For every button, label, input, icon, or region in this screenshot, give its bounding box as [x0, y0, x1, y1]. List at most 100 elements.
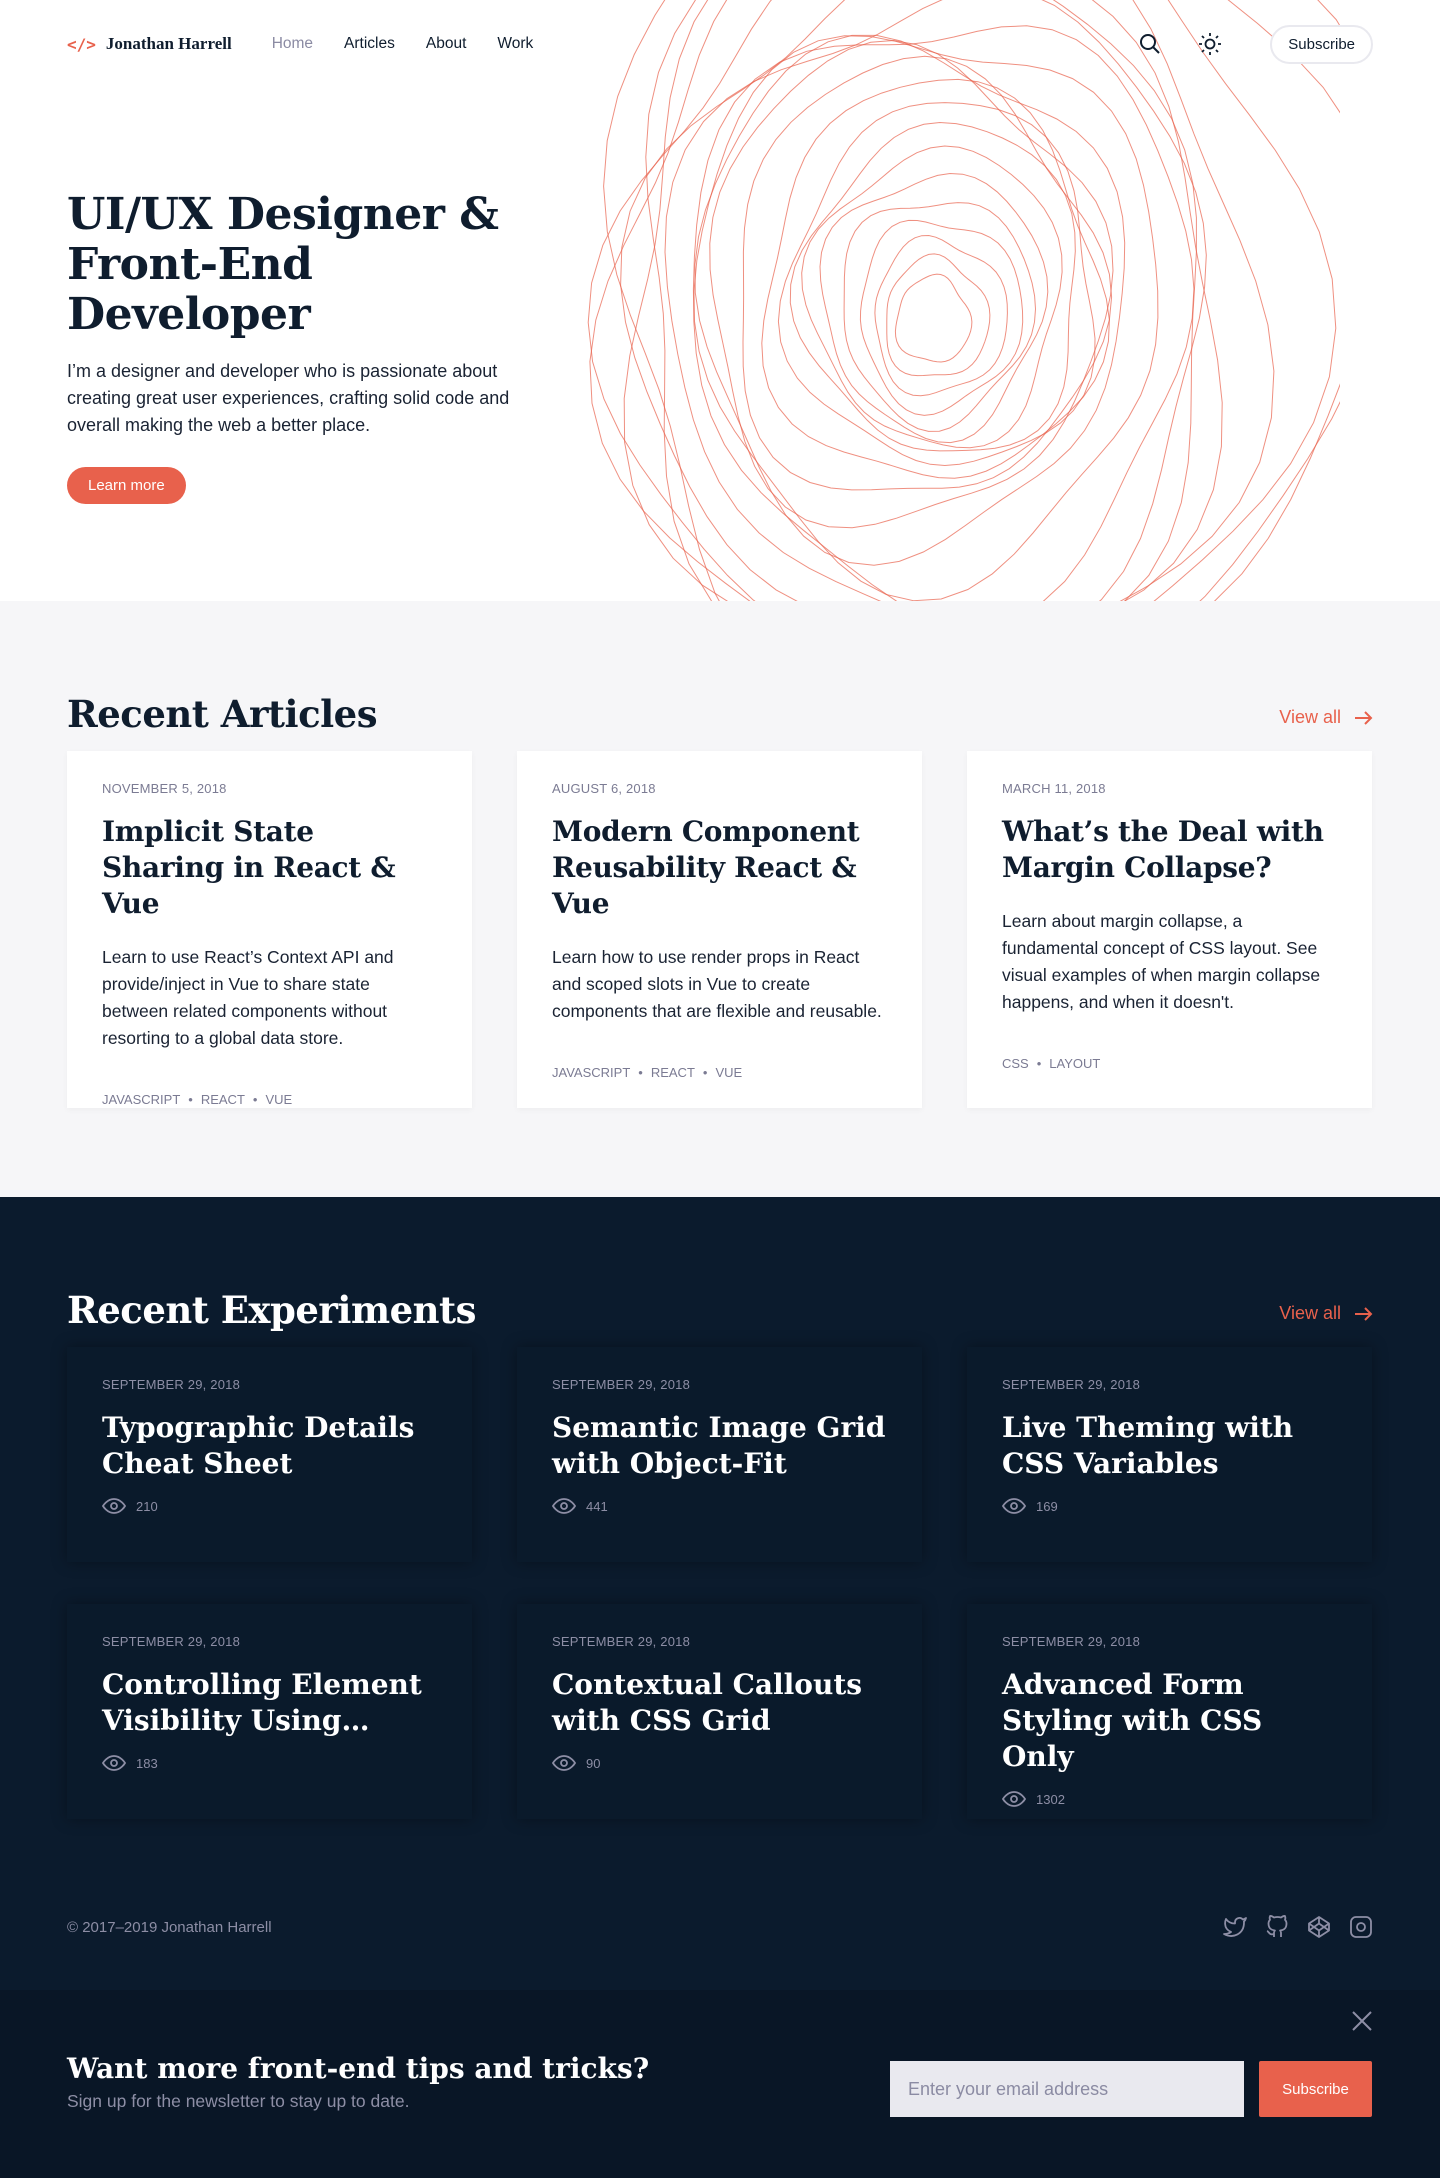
tag[interactable]: REACT: [201, 1092, 245, 1107]
view-count: 210: [102, 1498, 437, 1514]
view-all-label: View all: [1279, 707, 1341, 727]
experiment-title[interactable]: Live Theming with CSS Variables: [1002, 1410, 1337, 1482]
tag[interactable]: LAYOUT: [1049, 1056, 1100, 1071]
experiment-date: September 29, 2018: [1002, 1634, 1140, 1649]
subscribe-button[interactable]: Subscribe: [1270, 24, 1373, 64]
tag-separator: •: [702, 1065, 708, 1080]
newsletter-heading: Want more front-end tips and tricks?: [67, 2052, 650, 2085]
tag-separator: •: [638, 1065, 643, 1080]
nav-articles[interactable]: Articles: [344, 35, 395, 53]
view-count: 183: [102, 1755, 437, 1771]
swirl-ring: [692, 25, 1195, 601]
theme-toggle-sun-icon[interactable]: [1180, 32, 1240, 56]
newsletter-banner: Want more front-end tips and tricks? Sig…: [0, 1990, 1440, 2178]
experiment-card[interactable]: September 29, 2018 Controlling Element V…: [67, 1604, 472, 1819]
article-title[interactable]: What’s the Deal with Margin Collapse?: [1002, 814, 1337, 886]
learn-more-button[interactable]: Learn more: [67, 467, 186, 504]
article-tags: JAVASCRIPT • REACT • VUE: [552, 1065, 887, 1080]
tag[interactable]: JAVASCRIPT: [102, 1092, 180, 1107]
swirl-ring: [664, 0, 1207, 601]
view-all-label: View all: [1279, 1303, 1341, 1323]
experiment-card[interactable]: September 29, 2018 Semantic Image Grid w…: [517, 1347, 922, 1562]
swirl-ring: [694, 34, 1126, 566]
twitter-icon[interactable]: [1223, 1915, 1247, 1939]
view-count: 169: [1002, 1498, 1337, 1514]
eye-icon: [552, 1755, 576, 1771]
eye-icon: [552, 1498, 576, 1514]
view-count-value: 441: [586, 1498, 608, 1514]
swirl-ring: [894, 273, 973, 363]
nav-work[interactable]: Work: [497, 35, 533, 53]
swirl-ring: [589, 0, 1275, 601]
view-count-value: 169: [1036, 1498, 1058, 1514]
experiment-card[interactable]: September 29, 2018 Live Theming with CSS…: [967, 1347, 1372, 1562]
swirl-illustration: [587, 0, 1340, 601]
experiment-title[interactable]: Advanced Form Styling with CSS Only: [1002, 1667, 1337, 1775]
article-date: March 11, 2018: [1002, 781, 1106, 796]
recent-experiments-section: Recent Experiments View all September 29…: [0, 1197, 1440, 1990]
experiment-title[interactable]: Contextual Callouts with CSS Grid: [552, 1667, 887, 1739]
hero-title-line2: Front-End Developer: [67, 239, 313, 340]
tag-separator: •: [188, 1092, 193, 1107]
codepen-icon[interactable]: [1307, 1915, 1331, 1939]
eye-icon: [1002, 1791, 1026, 1807]
hero-section: </> Jonathan Harrell Home Articles About…: [0, 0, 1440, 601]
github-icon[interactable]: [1265, 1915, 1289, 1939]
instagram-icon[interactable]: [1349, 1915, 1373, 1939]
nav-about[interactable]: About: [426, 35, 467, 53]
section-title: Recent Experiments: [67, 1288, 476, 1332]
tag[interactable]: CSS: [1002, 1056, 1029, 1071]
arrow-right-icon: [1355, 1306, 1373, 1321]
experiment-date: September 29, 2018: [102, 1634, 240, 1649]
article-description: Learn about margin collapse, a fundament…: [1002, 911, 1321, 1012]
tag[interactable]: VUE: [715, 1065, 742, 1080]
copyright: © 2017–2019 Jonathan Harrell: [67, 1918, 272, 1936]
view-count-value: 210: [136, 1498, 158, 1514]
tag[interactable]: VUE: [265, 1092, 292, 1107]
experiment-date: September 29, 2018: [552, 1634, 690, 1649]
eye-icon: [1002, 1498, 1026, 1514]
tag-separator: •: [1036, 1056, 1042, 1071]
close-icon[interactable]: [1352, 2011, 1372, 2031]
article-card[interactable]: March 11, 2018 What’s the Deal with Marg…: [967, 751, 1372, 1108]
tag[interactable]: REACT: [651, 1065, 695, 1080]
experiment-card[interactable]: September 29, 2018 Contextual Callouts w…: [517, 1604, 922, 1819]
experiment-card[interactable]: September 29, 2018 Typographic Details C…: [67, 1347, 472, 1562]
view-all-experiments-link[interactable]: View all: [1279, 1303, 1373, 1332]
swirl-ring: [859, 219, 1024, 416]
section-title: Recent Articles: [67, 692, 378, 736]
hero-title: UI/UX Designer & Front-End Developer: [67, 190, 527, 340]
swirl-ring: [874, 234, 1008, 397]
experiment-date: September 29, 2018: [102, 1377, 240, 1392]
brand-logo[interactable]: </> Jonathan Harrell: [67, 34, 232, 54]
main-nav: Home Articles About Work: [272, 35, 534, 53]
hero-description: I’m a designer and developer who is pass…: [67, 361, 510, 435]
nav-home[interactable]: Home: [272, 35, 313, 53]
article-card[interactable]: November 5, 2018 Implicit State Sharing …: [67, 751, 472, 1108]
experiment-date: September 29, 2018: [552, 1377, 690, 1392]
experiment-date: September 29, 2018: [1002, 1377, 1140, 1392]
view-count: 90: [552, 1755, 887, 1771]
swirl-ring: [801, 145, 1063, 449]
view-count-value: 1302: [1036, 1791, 1065, 1807]
tag[interactable]: JAVASCRIPT: [552, 1065, 630, 1080]
experiment-title[interactable]: Semantic Image Grid with Object-Fit: [552, 1410, 887, 1482]
search-icon[interactable]: [1120, 33, 1180, 55]
experiment-title[interactable]: Controlling Element Visibility Using…: [102, 1667, 437, 1739]
article-card[interactable]: August 6, 2018 Modern Component Reusabil…: [517, 751, 922, 1108]
view-count: 1302: [1002, 1791, 1337, 1807]
article-title[interactable]: Implicit State Sharing in React & Vue: [102, 814, 437, 922]
email-input[interactable]: [890, 2061, 1244, 2117]
article-description: Learn to use React’s Context API and pro…: [102, 947, 394, 1048]
view-all-articles-link[interactable]: View all: [1279, 707, 1373, 736]
experiment-title[interactable]: Typographic Details Cheat Sheet: [102, 1410, 437, 1482]
experiment-card[interactable]: September 29, 2018 Advanced Form Styling…: [967, 1604, 1372, 1819]
view-count-value: 90: [586, 1755, 601, 1771]
swirl-ring: [645, 0, 1340, 601]
newsletter-subscribe-button[interactable]: Subscribe: [1259, 2061, 1372, 2117]
article-title[interactable]: Modern Component Reusability React & Vue: [552, 814, 887, 922]
eye-icon: [102, 1498, 126, 1514]
swirl-ring: [742, 55, 1113, 491]
recent-articles-section: Recent Articles View all November 5, 201…: [0, 601, 1440, 1197]
swirl-ring: [709, 39, 1114, 529]
